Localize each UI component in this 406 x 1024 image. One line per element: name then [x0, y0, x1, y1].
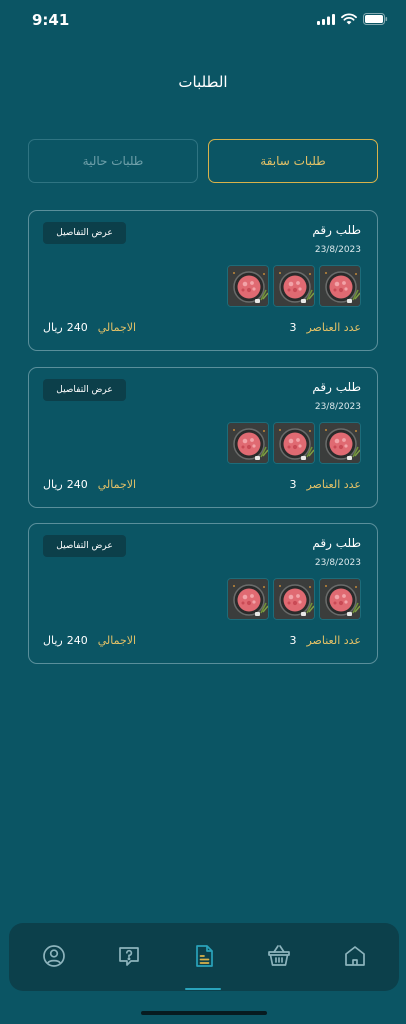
order-date: 23/8/2023	[314, 402, 361, 412]
view-details-button[interactable]: عرض التفاصيل	[43, 222, 126, 244]
items-label: عدد العناصر	[306, 321, 361, 334]
home-icon[interactable]	[342, 943, 368, 969]
status-icons	[317, 13, 388, 25]
items-label: عدد العناصر	[306, 478, 361, 491]
product-thumbnail	[273, 265, 315, 307]
total-amount: 240	[66, 321, 88, 334]
wifi-icon	[341, 13, 357, 25]
total-currency: ريال	[43, 321, 63, 334]
view-details-button[interactable]: عرض التفاصيل	[43, 379, 126, 401]
total-currency: ريال	[43, 634, 63, 647]
home-indicator	[141, 1011, 267, 1015]
active-tab-indicator	[185, 988, 221, 990]
total-row: الاجمالي 240 ريال	[43, 321, 136, 334]
tab-previous-orders[interactable]: طلبات سابقة	[208, 139, 378, 183]
order-title: طلب رقم	[312, 223, 361, 237]
items-count-row: عدد العناصر 3	[289, 321, 361, 334]
total-row: الاجمالي 240 ريال	[43, 634, 136, 647]
total-value: 240 ريال	[43, 634, 88, 647]
product-thumbnail	[273, 578, 315, 620]
basket-icon[interactable]	[266, 943, 292, 969]
total-value: 240 ريال	[43, 478, 88, 491]
total-amount: 240	[66, 634, 88, 647]
items-count: 3	[289, 478, 297, 491]
signal-icon	[317, 13, 335, 25]
total-currency: ريال	[43, 478, 63, 491]
battery-icon	[363, 13, 388, 25]
order-thumbnails	[227, 422, 361, 464]
bottom-nav	[9, 923, 399, 991]
order-title: طلب رقم	[312, 380, 361, 394]
orders-icon[interactable]	[191, 943, 217, 969]
orders-screen: 9:41 الطلبات طلبات حالية طلبات سابقة طلب…	[0, 0, 406, 1024]
order-title: طلب رقم	[312, 536, 361, 550]
total-label: الاجمالي	[97, 321, 137, 334]
order-thumbnails	[227, 265, 361, 307]
total-label: الاجمالي	[97, 478, 137, 491]
total-label: الاجمالي	[97, 634, 137, 647]
page-title: الطلبات	[178, 73, 228, 91]
status-bar: 9:41	[0, 0, 406, 40]
product-thumbnail	[319, 422, 361, 464]
items-count: 3	[289, 634, 297, 647]
view-details-button[interactable]: عرض التفاصيل	[43, 535, 126, 557]
items-count-row: عدد العناصر 3	[289, 478, 361, 491]
product-thumbnail	[273, 422, 315, 464]
total-row: الاجمالي 240 ريال	[43, 478, 136, 491]
items-label: عدد العناصر	[306, 634, 361, 647]
status-time: 9:41	[32, 11, 70, 29]
total-value: 240 ريال	[43, 321, 88, 334]
items-count: 3	[289, 321, 297, 334]
order-card: طلب رقم 23/8/2023 عرض التفاصيل عدد العنا…	[28, 210, 378, 351]
product-thumbnail	[227, 265, 269, 307]
order-card: طلب رقم 23/8/2023 عرض التفاصيل عدد العنا…	[28, 523, 378, 664]
order-card: طلب رقم 23/8/2023 عرض التفاصيل عدد العنا…	[28, 367, 378, 508]
profile-icon[interactable]	[41, 943, 67, 969]
items-count-row: عدد العناصر 3	[289, 634, 361, 647]
help-icon[interactable]	[116, 943, 142, 969]
product-thumbnail	[319, 578, 361, 620]
product-thumbnail	[227, 578, 269, 620]
order-date: 23/8/2023	[314, 558, 361, 568]
order-thumbnails	[227, 578, 361, 620]
total-amount: 240	[66, 478, 88, 491]
order-date: 23/8/2023	[314, 245, 361, 255]
tab-current-orders[interactable]: طلبات حالية	[28, 139, 198, 183]
product-thumbnail	[227, 422, 269, 464]
product-thumbnail	[319, 265, 361, 307]
